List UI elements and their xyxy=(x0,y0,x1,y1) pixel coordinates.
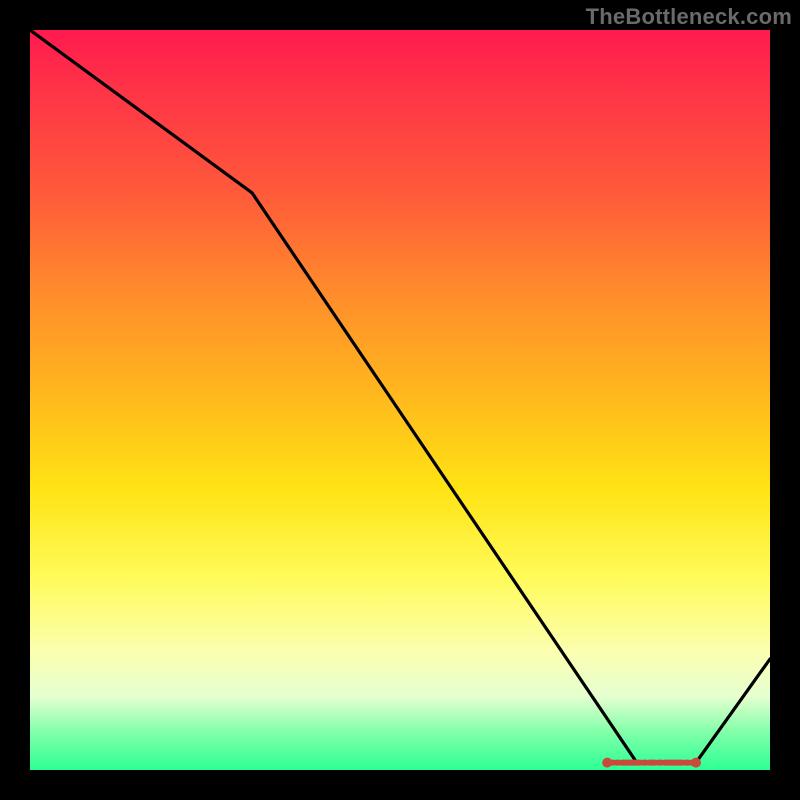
chart-frame: TheBottleneck.com xyxy=(0,0,800,800)
plot-area xyxy=(30,30,770,770)
watermark-text: TheBottleneck.com xyxy=(586,4,792,30)
chart-svg xyxy=(30,30,770,770)
bottleneck-curve xyxy=(30,30,770,763)
optimal-range-marker xyxy=(602,758,701,768)
